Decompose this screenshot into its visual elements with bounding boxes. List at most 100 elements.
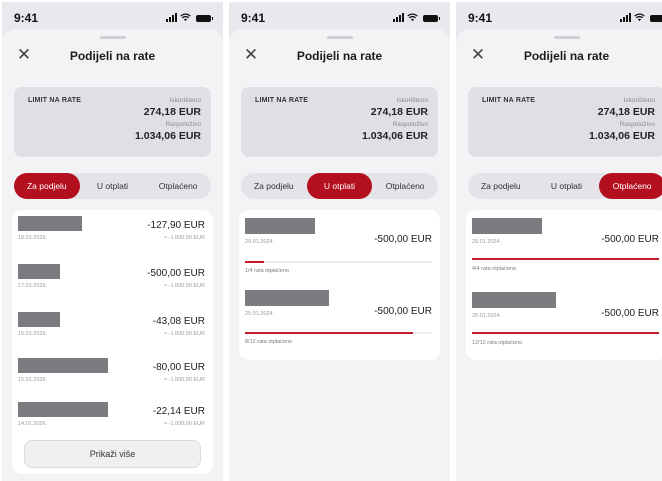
tab-za-podjelu[interactable]: Za podjelu (14, 173, 80, 199)
item-amount: -500,00 EUR (374, 306, 432, 317)
progress-bar (472, 332, 659, 334)
redacted-merchant (18, 216, 82, 231)
limit-card: LIMIT NA RATE Iskorišteno 274,18 EUR Ras… (14, 87, 211, 157)
item-amount: -80,00 EUR (152, 362, 205, 373)
used-label: Iskorišteno (396, 97, 428, 104)
redacted-merchant (18, 402, 108, 417)
progress-note: 4/4 rata otplaćeno (472, 266, 517, 272)
redacted-merchant (245, 290, 329, 306)
status-time: 9:41 (14, 11, 39, 25)
item-subamount: ≈ -1.000,00 EUR (164, 377, 205, 383)
list-item[interactable]: 18.01.2026. -127,90 EUR ≈ -1.000,00 EUR (12, 214, 213, 262)
page-title: Podijeli na rate (523, 49, 610, 63)
status-bar: 9:41 (456, 2, 662, 32)
tab-za-podjelu[interactable]: Za podjelu (468, 173, 534, 199)
segmented-tabs: Za podjelu U otplati Otplaćeno (241, 173, 438, 199)
tab-u-otplati[interactable]: U otplati (534, 173, 600, 199)
progress-note: 8/12 rata otplaćeno (245, 339, 293, 345)
show-more-button[interactable]: Prikaži više (24, 440, 201, 468)
item-date: 17.01.2026. (18, 283, 48, 289)
wifi-icon (634, 13, 645, 22)
used-label: Iskorišteno (623, 97, 655, 104)
progress-fill (472, 258, 659, 260)
list-item[interactable]: 15.01.2026. -43,08 EUR ≈ -1.000,00 EUR (12, 310, 213, 358)
list-item[interactable]: 25.01.2024. -500,00 EUR 12/12 rata otpla… (466, 292, 662, 356)
item-subamount: ≈ -1.000,00 EUR (164, 331, 205, 337)
limit-label: LIMIT NA RATE (28, 97, 82, 104)
bottom-sheet: ✕ Podijeli na rate LIMIT NA RATE Iskoriš… (2, 29, 223, 481)
status-bar: 9:41 (229, 2, 450, 32)
item-date: 14.01.2026. (18, 421, 48, 427)
list-item[interactable]: 15.01.2026. -80,00 EUR ≈ -1.000,00 EUR (12, 356, 213, 404)
transaction-list: 18.01.2026. -127,90 EUR ≈ -1.000,00 EUR … (12, 210, 213, 474)
progress-fill (245, 261, 264, 263)
item-date: 25.01.2024. (245, 311, 275, 317)
item-amount: -500,00 EUR (374, 234, 432, 245)
progress-note: 1/4 rata otplaćeno (245, 268, 290, 274)
segmented-tabs: Za podjelu U otplati Otplaćeno (14, 173, 211, 199)
used-value: 274,18 EUR (143, 106, 201, 118)
redacted-merchant (472, 218, 542, 234)
page-title: Podijeli na rate (296, 49, 383, 63)
available-label: Raspoloživo (619, 121, 655, 128)
tab-otplaceno[interactable]: Otplaćeno (372, 173, 438, 199)
list-item[interactable]: 29.01.2024. -500,00 EUR 1/4 rata otplaće… (239, 218, 440, 282)
tab-u-otplati[interactable]: U otplati (306, 173, 373, 199)
status-icons (620, 12, 662, 22)
redacted-merchant (18, 358, 108, 373)
tab-otplaceno[interactable]: Otplaćeno (599, 173, 662, 199)
used-label: Iskorišteno (169, 97, 201, 104)
available-value: 1.034,06 EUR (135, 130, 201, 142)
phone-screen-za-podjelu: 9:41 ✕ Podijeli na rate LIMIT NA RATE Is… (2, 2, 223, 481)
available-label: Raspoloživo (392, 121, 428, 128)
sheet-handle[interactable] (99, 36, 126, 39)
limit-label: LIMIT NA RATE (482, 97, 536, 104)
status-time: 9:41 (468, 11, 493, 25)
redacted-merchant (18, 264, 60, 279)
item-amount: -500,00 EUR (147, 268, 205, 279)
status-time: 9:41 (241, 11, 266, 25)
paid-off-list: 29.01.2024. -500,00 EUR 4/4 rata otplaće… (466, 210, 662, 360)
battery-icon (650, 15, 662, 22)
progress-note: 12/12 rata otplaćeno (472, 340, 523, 346)
sheet-handle[interactable] (326, 36, 353, 39)
progress-fill (472, 332, 659, 334)
phone-screen-otplaceno: 9:41 ✕ Podijeli na rate LIMIT NA RATE Is… (456, 2, 662, 481)
signal-icon (393, 13, 404, 22)
used-value: 274,18 EUR (370, 106, 428, 118)
item-date: 29.01.2024. (472, 239, 502, 245)
item-subamount: ≈ -1.000,00 EUR (164, 283, 205, 289)
battery-icon (196, 15, 213, 22)
status-icons (166, 12, 213, 22)
tab-u-otplati[interactable]: U otplati (80, 173, 146, 199)
item-date: 25.01.2024. (472, 313, 502, 319)
available-label: Raspoloživo (165, 121, 201, 128)
available-value: 1.034,06 EUR (362, 130, 428, 142)
item-amount: -500,00 EUR (601, 308, 659, 319)
limit-card: LIMIT NA RATE Iskorišteno 274,18 EUR Ras… (241, 87, 438, 157)
phone-screen-u-otplati: 9:41 ✕ Podijeli na rate LIMIT NA RATE Is… (229, 2, 450, 481)
status-bar: 9:41 (2, 2, 223, 32)
status-icons (393, 12, 440, 22)
item-amount: -500,00 EUR (601, 234, 659, 245)
redacted-merchant (18, 312, 60, 327)
progress-bar (245, 332, 432, 334)
progress-bar (245, 261, 432, 263)
item-subamount: ≈ -1.000,00 EUR (164, 235, 205, 241)
item-date: 29.01.2024. (245, 239, 275, 245)
wifi-icon (407, 13, 418, 22)
tab-otplaceno[interactable]: Otplaćeno (145, 173, 211, 199)
item-subamount: ≈ -1.000,00 EUR (164, 421, 205, 427)
redacted-merchant (472, 292, 556, 308)
sheet-handle[interactable] (553, 36, 580, 39)
list-item[interactable]: 25.01.2024. -500,00 EUR 8/12 rata otplać… (239, 290, 440, 354)
limit-card: LIMIT NA RATE Iskorišteno 274,18 EUR Ras… (468, 87, 662, 157)
progress-fill (245, 332, 414, 334)
installment-list: 29.01.2024. -500,00 EUR 1/4 rata otplaće… (239, 210, 440, 360)
used-value: 274,18 EUR (597, 106, 655, 118)
bottom-sheet: ✕ Podijeli na rate LIMIT NA RATE Iskoriš… (229, 29, 450, 481)
page-title: Podijeli na rate (69, 49, 156, 63)
tab-za-podjelu[interactable]: Za podjelu (241, 173, 307, 199)
list-item[interactable]: 17.01.2026. -500,00 EUR ≈ -1.000,00 EUR (12, 262, 213, 310)
list-item[interactable]: 29.01.2024. -500,00 EUR 4/4 rata otplaće… (466, 218, 662, 282)
